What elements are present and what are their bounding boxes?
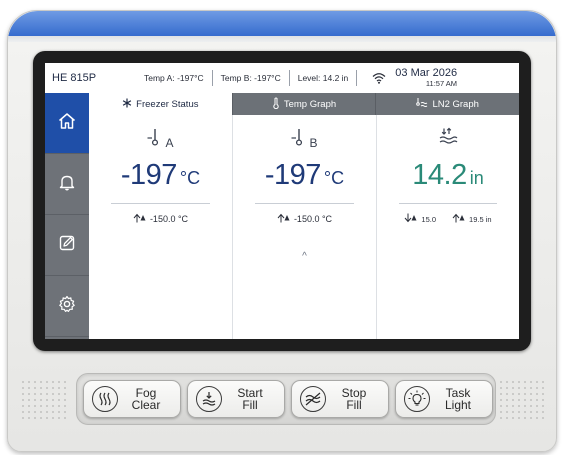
low-level-setpoint: 15.0 [421, 214, 437, 224]
button-label-line: Fill [346, 398, 362, 412]
snowflake-icon [122, 98, 132, 111]
divider [356, 70, 358, 86]
date-label: 03 Mar 2026 [395, 67, 458, 80]
stop-fill-icon [300, 386, 326, 412]
speaker-grille-left [20, 379, 68, 419]
edit-icon [57, 233, 77, 258]
freezer-status-panel: A -197 °C -150.0 °C B -197 °C -150.0 °C … [89, 115, 519, 339]
time-label: 11:57 AM [425, 79, 458, 89]
fog-clear-label: Fog Clear [124, 387, 168, 411]
high-level-setpoint: 19.5 in [469, 214, 492, 224]
model-name: HE 815P [52, 72, 97, 84]
tab-ln2-graph[interactable]: LN2 Graph [375, 93, 519, 115]
touchscreen: HE 815P Temp A: -197°C Temp B: -197°C Le… [45, 63, 519, 339]
temperature-probe-icon [291, 127, 307, 150]
temp-a-readout: Temp A: -197°C [144, 73, 204, 83]
thermometer-icon [272, 97, 280, 112]
tab-bar: Freezer Status Temp Graph LN2 Graph [89, 93, 519, 115]
divider [111, 203, 210, 204]
temp-b-alarm-row: -150.0 °C [233, 213, 376, 225]
temperature-probe-icon [147, 127, 163, 150]
level-readout: Level: 14.2 in [297, 73, 349, 83]
button-label-line: Light [444, 398, 472, 412]
level-unit: in [469, 168, 484, 188]
tab-temp-graph[interactable]: Temp Graph [231, 93, 376, 115]
sidebar-item-log[interactable] [45, 215, 89, 276]
gear-icon [57, 294, 77, 319]
sidebar-item-settings[interactable] [45, 276, 89, 337]
ln2-level-sensor-icon [438, 127, 458, 150]
temp-b-panel: B -197 °C -150.0 °C ^ [232, 115, 376, 339]
stop-fill-button[interactable]: Stop Fill [291, 380, 389, 418]
divider [255, 203, 354, 204]
bell-icon [57, 172, 77, 197]
start-fill-button[interactable]: Start Fill [187, 380, 285, 418]
tab-label: Temp Graph [283, 98, 337, 110]
temp-a-unit: °C [179, 168, 201, 188]
start-fill-label: Start Fill [228, 387, 272, 411]
button-strip: Fog Clear Start Fill Stop Fill Task Light [76, 373, 496, 425]
screen-bezel: HE 815P Temp A: -197°C Temp B: -197°C Le… [33, 51, 531, 351]
temp-b-readout: Temp B: -197°C [220, 73, 281, 83]
task-light-icon [404, 386, 430, 412]
sidebar-item-home[interactable] [45, 93, 89, 154]
high-temp-alarm-icon [277, 213, 291, 225]
task-light-button[interactable]: Task Light [395, 380, 493, 418]
temp-a-number: -197 [120, 159, 178, 191]
temp-a-alarm-setpoint: -150.0 °C [149, 214, 189, 224]
temp-b-number: -197 [264, 159, 322, 191]
button-label-line: Fill [242, 398, 258, 412]
stop-fill-label: Stop Fill [332, 387, 376, 411]
speaker-grille-right [498, 379, 546, 419]
temp-b-unit: °C [323, 168, 345, 188]
sidebar-item-alarms[interactable] [45, 154, 89, 215]
level-setpoints-row: 15.0 19.5 in [377, 213, 519, 225]
start-fill-icon [196, 386, 222, 412]
high-level-alarm-icon [452, 213, 466, 225]
high-temp-alarm-icon [133, 213, 147, 225]
temp-a-alarm-row: -150.0 °C [89, 213, 232, 225]
sensor-b-header: B [233, 127, 376, 150]
freezer-controller-device: HE 815P Temp A: -197°C Temp B: -197°C Le… [7, 10, 557, 452]
temp-b-alarm-setpoint: -150.0 °C [293, 214, 333, 224]
home-icon [57, 111, 77, 136]
sensor-b-label: B [309, 136, 318, 150]
task-light-label: Task Light [436, 387, 480, 411]
button-label-line: Clear [131, 398, 161, 412]
fog-clear-icon [92, 386, 118, 412]
temp-b-value: -197 °C [233, 159, 376, 192]
tab-label: Freezer Status [136, 98, 199, 110]
chevron-up-icon[interactable]: ^ [233, 251, 376, 262]
sensor-a-header: A [89, 127, 232, 150]
tab-label: LN2 Graph [432, 98, 479, 110]
level-value: 14.2 in [377, 159, 519, 192]
level-header [377, 127, 519, 150]
fog-clear-button[interactable]: Fog Clear [83, 380, 181, 418]
wifi-icon [369, 72, 389, 84]
temp-a-value: -197 °C [89, 159, 232, 192]
level-number: 14.2 [412, 159, 467, 191]
date-time: 03 Mar 2026 11:57 AM [395, 68, 457, 88]
status-bar: HE 815P Temp A: -197°C Temp B: -197°C Le… [45, 63, 519, 94]
low-level-alarm-icon [404, 213, 418, 225]
physical-button-area: Fog Clear Start Fill Stop Fill Task Light [8, 361, 556, 451]
level-panel: 14.2 in 15.0 19.5 in [376, 115, 519, 339]
tab-freezer-status[interactable]: Freezer Status [89, 93, 232, 115]
ln2-level-icon [416, 97, 428, 111]
divider [399, 203, 497, 204]
temp-a-panel: A -197 °C -150.0 °C [89, 115, 232, 339]
device-top-band [8, 11, 556, 42]
sidebar [45, 93, 89, 339]
sensor-a-label: A [165, 136, 174, 150]
